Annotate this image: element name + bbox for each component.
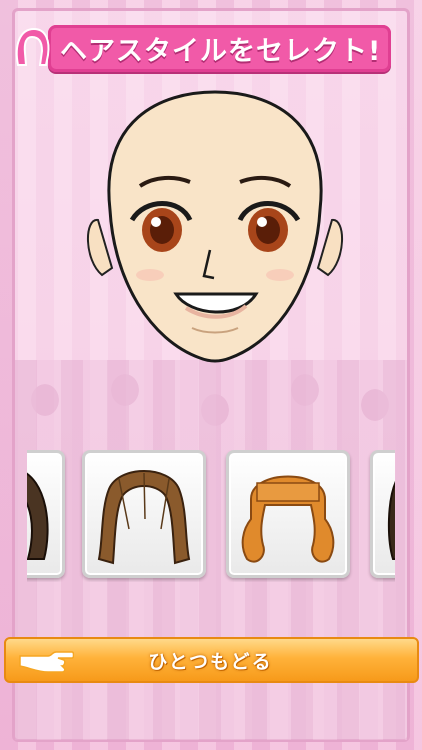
hairstyle-dark-partial-right-icon	[387, 481, 395, 560]
hair-silhouette-icon	[12, 25, 52, 71]
hairstyle-dark-partial-icon	[27, 472, 49, 560]
hairstyle-carousel[interactable]	[27, 450, 395, 582]
hairstyle-card-brown-long[interactable]	[82, 450, 206, 578]
face-preview	[80, 80, 350, 380]
hairstyle-orange-curly-icon	[241, 475, 335, 563]
back-button-label: ひとつもどる	[148, 650, 273, 673]
hairstyle-card-orange-curly[interactable]	[226, 450, 350, 578]
back-one-step-button[interactable]: ひとつもどる	[4, 637, 419, 683]
hairstyle-card-partial-left[interactable]	[27, 450, 65, 578]
hairstyle-brown-long-icon	[97, 470, 191, 565]
header: ヘアスタイルをセレクト!	[10, 22, 412, 74]
page-title: ヘアスタイルをセレクト!	[48, 24, 392, 72]
hairstyle-card-partial-right[interactable]	[370, 450, 395, 578]
pointing-hand-icon	[18, 642, 75, 678]
